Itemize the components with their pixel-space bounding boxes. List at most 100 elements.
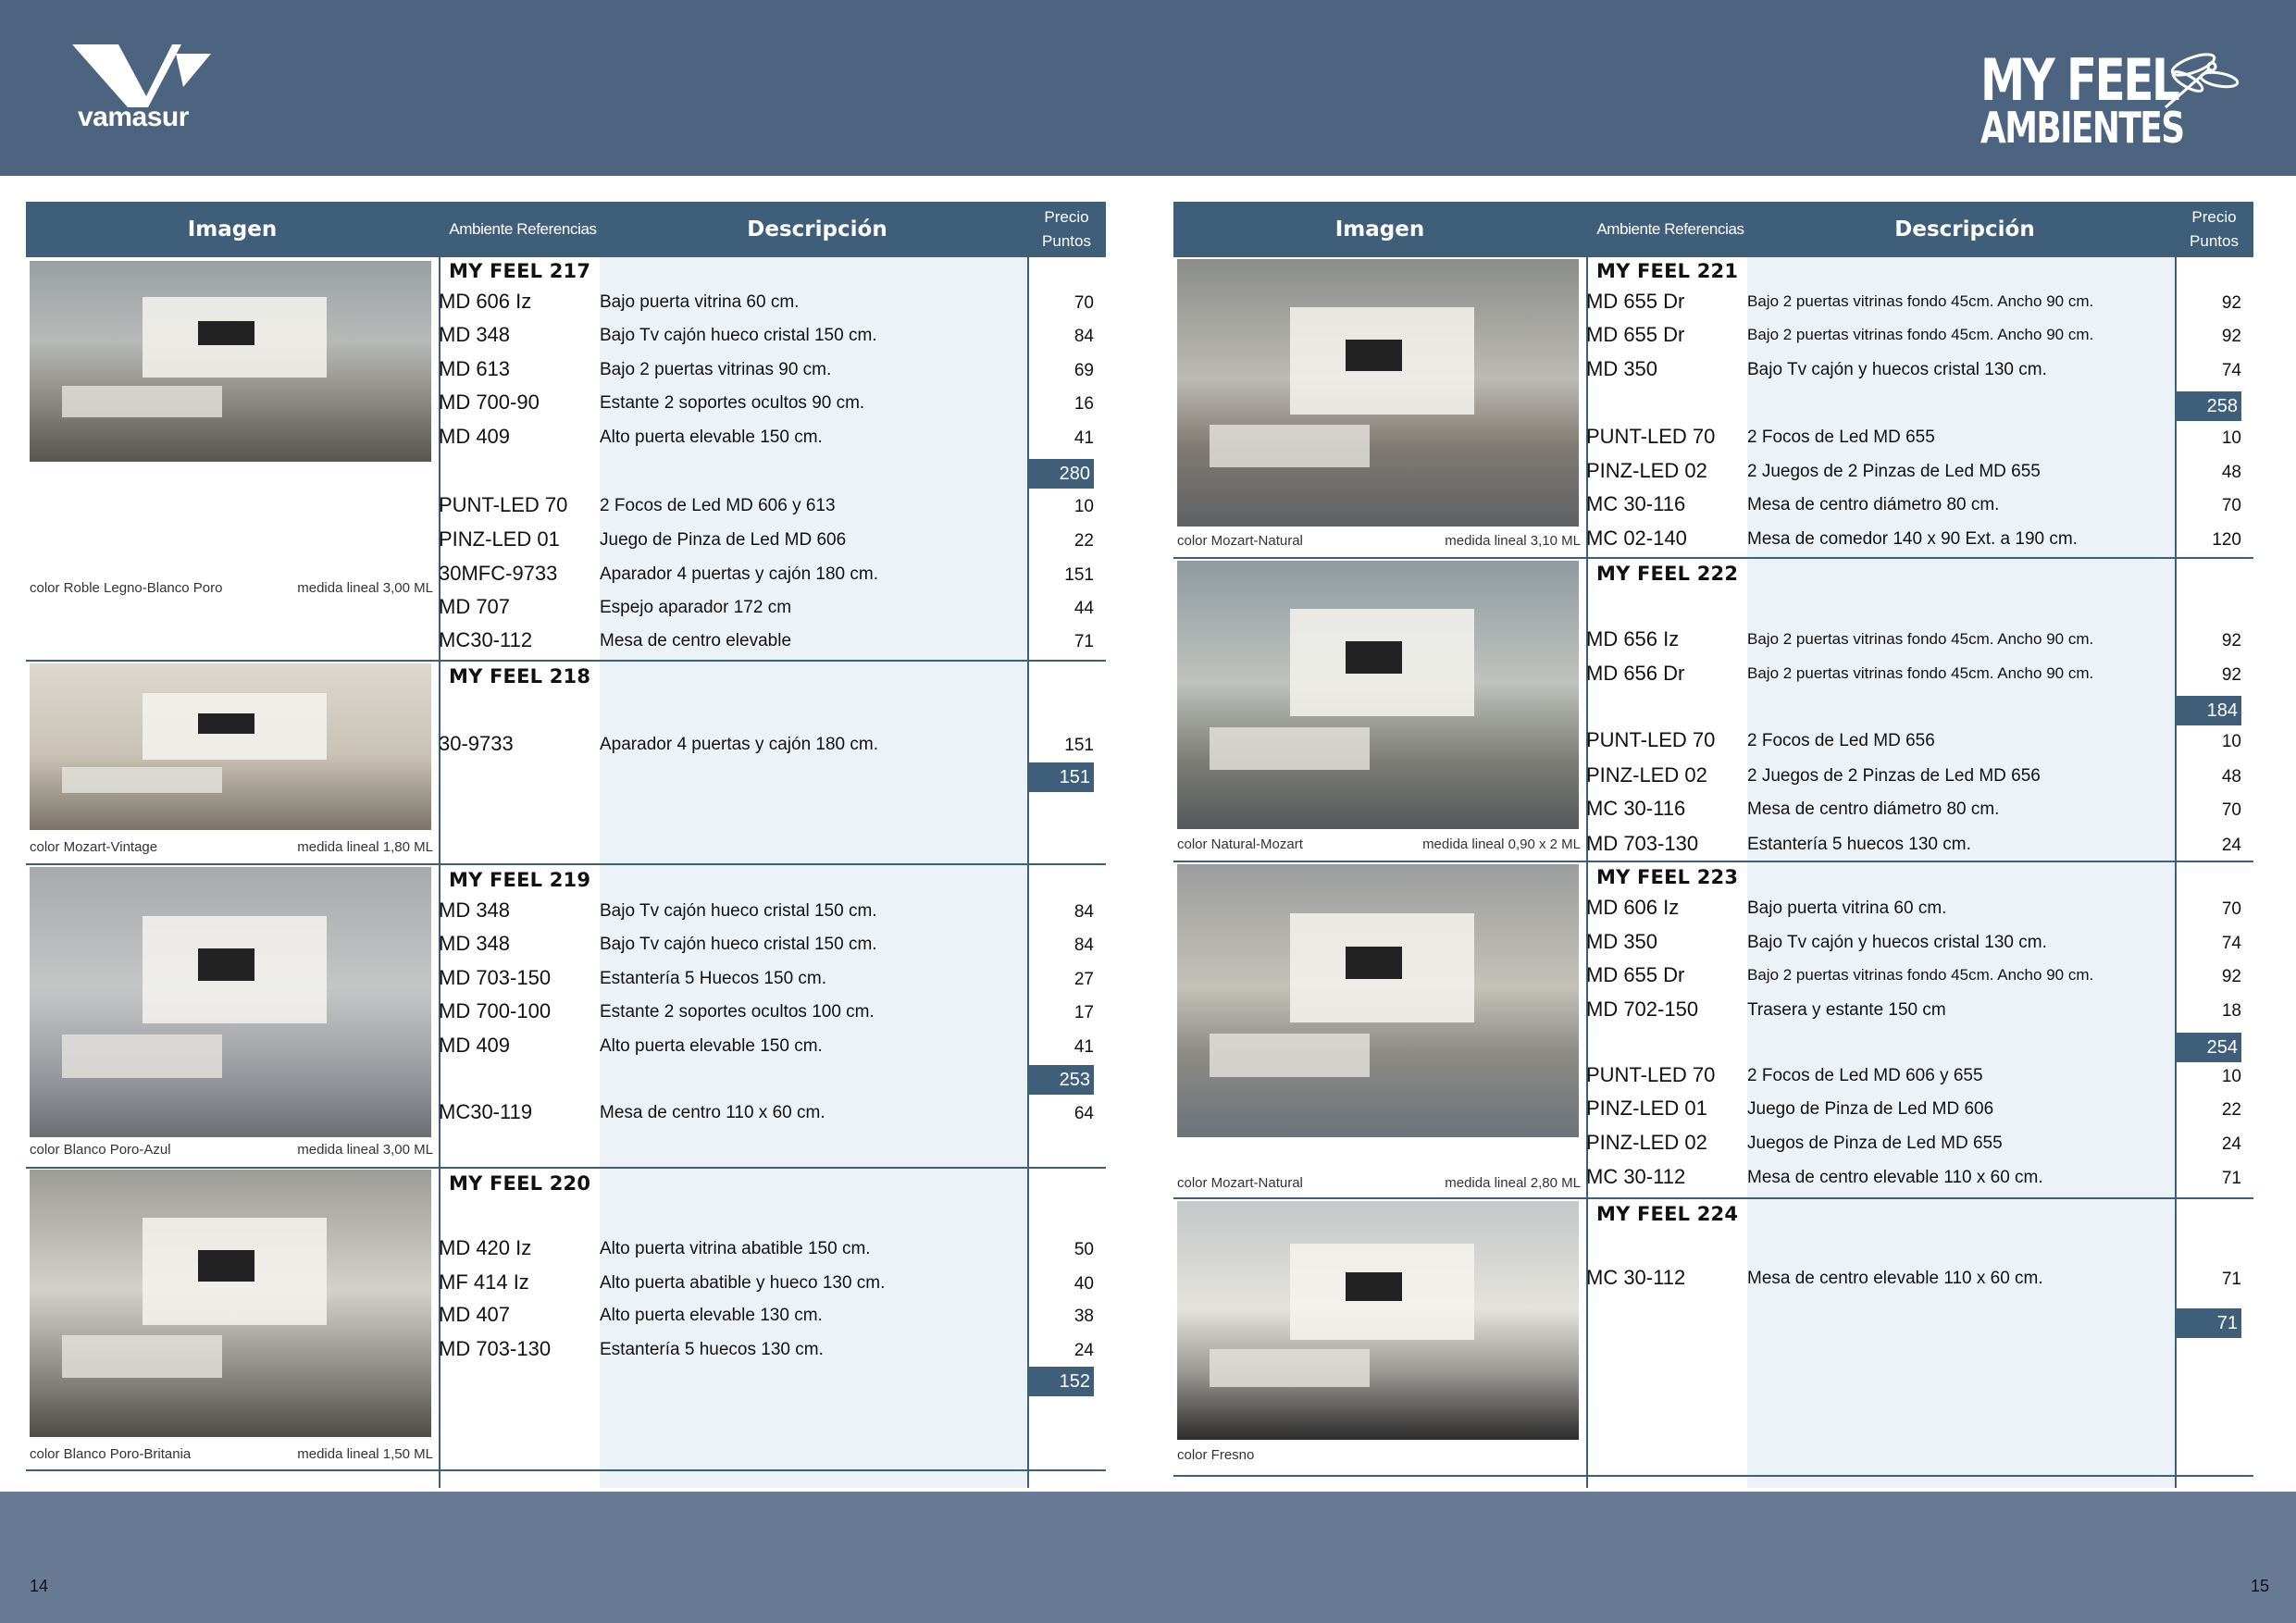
header-price-line1: Precio: [1044, 208, 1089, 226]
top-banner: [0, 0, 2296, 176]
item-price: 50: [1074, 1240, 1094, 1259]
item-description: Mesa de centro elevable 110 x 60 cm.: [1747, 1269, 2043, 1288]
ambiente-photo: [1177, 1201, 1579, 1440]
item-price: 84: [1074, 327, 1094, 346]
item-price: 48: [2221, 463, 2241, 482]
medida-caption: medida lineal 1,80 ML: [297, 839, 433, 855]
ambiente-title: MY FEEL 219: [449, 869, 591, 891]
item-price: 92: [2221, 665, 2241, 685]
item-description: 2 Juegos de 2 Pinzas de Led MD 656: [1747, 766, 2041, 786]
reference-code: MF 414 Iz: [439, 1270, 529, 1294]
item-price: 27: [1074, 970, 1094, 989]
header-refs: Ambiente Referencias: [1596, 220, 1744, 238]
total-points-badge: 151: [1027, 762, 1094, 792]
ambiente-photo: [30, 261, 431, 462]
item-description: Bajo 2 puertas vitrinas fondo 45cm. Anch…: [1747, 966, 2094, 984]
ambiente-photo: [1177, 259, 1579, 527]
item-description: Bajo Tv cajón y huecos cristal 130 cm.: [1747, 933, 2047, 952]
reference-code: MC 30-112: [1586, 1266, 1686, 1289]
ambiente-title: MY FEEL 221: [1596, 260, 1739, 282]
reference-code: MD 407: [439, 1303, 511, 1326]
item-price: 151: [1064, 565, 1094, 585]
reference-code: MD 700-90: [439, 390, 540, 414]
item-price: 18: [2221, 1001, 2241, 1021]
table-header: Imagen Ambiente Referencias Descripción Pre…: [1173, 202, 2253, 257]
reference-code: MD 606 Iz: [439, 290, 532, 313]
reference-code: 30-9733: [439, 732, 514, 755]
header-image: Imagen: [1334, 217, 1425, 242]
item-price: 70: [2221, 496, 2241, 515]
ambiente-title: MY FEEL 223: [1596, 866, 1739, 888]
item-price: 74: [2221, 361, 2241, 380]
item-description: Bajo 2 puertas vitrinas fondo 45cm. Anch…: [1747, 326, 2094, 343]
item-description: Bajo Tv cajón hueco cristal 150 cm.: [600, 326, 877, 345]
item-price: 92: [2221, 293, 2241, 313]
item-description: Estantería 5 huecos 130 cm.: [1747, 835, 1971, 854]
total-points-badge: 184: [2175, 696, 2241, 725]
reference-code: MD 703-130: [439, 1337, 552, 1360]
item-price: 92: [2221, 327, 2241, 346]
item-description: 2 Focos de Led MD 655: [1747, 427, 1935, 447]
item-description: Alto puerta elevable 130 cm.: [600, 1306, 823, 1325]
table-header: Imagen Ambiente Referencias Descripción Pre…: [26, 202, 1106, 257]
reference-code: MD 655 Dr: [1586, 290, 1685, 313]
item-description: Mesa de centro diámetro 80 cm.: [1747, 495, 2000, 514]
reference-code: MD 702-150: [1586, 997, 1699, 1021]
item-price: 22: [2221, 1100, 2241, 1120]
ambiente-photo: [30, 1170, 431, 1437]
catalog-page-right: Imagen Ambiente Referencias Descripción Pre…: [1173, 202, 2253, 1488]
item-price: 69: [1074, 361, 1094, 380]
medida-caption: medida lineal 3,10 ML: [1445, 533, 1581, 549]
item-description: Estante 2 soportes ocultos 90 cm.: [600, 393, 865, 413]
group-separator: [26, 1167, 1106, 1169]
reference-code: PINZ-LED 02: [1586, 459, 1707, 482]
ambiente-photo: [30, 867, 431, 1137]
item-description: Aparador 4 puertas y cajón 180 cm.: [600, 735, 879, 754]
bottom-banner: [0, 1492, 2296, 1623]
item-price: 17: [1074, 1003, 1094, 1022]
brand-line-1: MY FEEL: [1980, 46, 2180, 114]
color-caption: color Roble Legno-Blanco Poro: [30, 580, 223, 596]
reference-code: MD 656 Iz: [1586, 627, 1680, 650]
reference-code: MD 606 Iz: [1586, 896, 1680, 919]
item-description: Bajo Tv cajón y huecos cristal 130 cm.: [1747, 360, 2047, 379]
item-description: Espejo aparador 172 cm: [600, 598, 792, 617]
reference-code: MD 348: [439, 932, 511, 955]
medida-caption: medida lineal 3,00 ML: [297, 580, 433, 596]
item-price: 10: [2221, 1067, 2241, 1086]
header-refs: Ambiente Referencias: [449, 220, 597, 238]
group-separator: [26, 1469, 1106, 1471]
item-price: 74: [2221, 934, 2241, 953]
item-price: 16: [1074, 394, 1094, 414]
item-description: Mesa de centro diámetro 80 cm.: [1747, 799, 2000, 819]
group-separator: [26, 863, 1106, 865]
total-points-badge: 258: [2175, 391, 2241, 421]
reference-code: MD 613: [439, 357, 511, 380]
reference-code: MC30-119: [439, 1100, 533, 1123]
item-price: 71: [2221, 1169, 2241, 1188]
color-caption: color Mozart-Vintage: [30, 839, 158, 855]
medida-caption: medida lineal 1,50 ML: [297, 1446, 433, 1462]
ambiente-title: MY FEEL 217: [449, 260, 591, 282]
item-description: Bajo 2 puertas vitrinas fondo 45cm. Anch…: [1747, 292, 2094, 310]
item-price: 24: [2221, 836, 2241, 855]
header-description: Descripción: [747, 217, 887, 242]
reference-code: MC 30-112: [1586, 1165, 1686, 1188]
color-caption: color Mozart-Natural: [1177, 1175, 1303, 1191]
item-description: Aparador 4 puertas y cajón 180 cm.: [600, 564, 879, 584]
brand-line-2: AMBIENTES: [1980, 102, 2185, 153]
item-description: Alto puerta elevable 150 cm.: [600, 1036, 823, 1056]
reference-code: 30MFC-9733: [439, 562, 558, 585]
item-description: Alto puerta abatible y hueco 130 cm.: [600, 1273, 886, 1293]
item-description: 2 Juegos de 2 Pinzas de Led MD 655: [1747, 462, 2041, 481]
total-points-badge: 71: [2175, 1308, 2241, 1338]
item-description: Bajo puerta vitrina 60 cm.: [600, 292, 800, 312]
reference-code: MD 420 Iz: [439, 1236, 532, 1259]
item-price: 44: [1074, 599, 1094, 618]
item-description: Mesa de comedor 140 x 90 Ext. a 190 cm.: [1747, 529, 2078, 549]
total-points-badge: 253: [1027, 1065, 1094, 1095]
ambiente-title: MY FEEL 218: [449, 665, 591, 688]
group-separator: [26, 660, 1106, 662]
item-price: 10: [1074, 497, 1094, 516]
item-price: 71: [1074, 632, 1094, 651]
